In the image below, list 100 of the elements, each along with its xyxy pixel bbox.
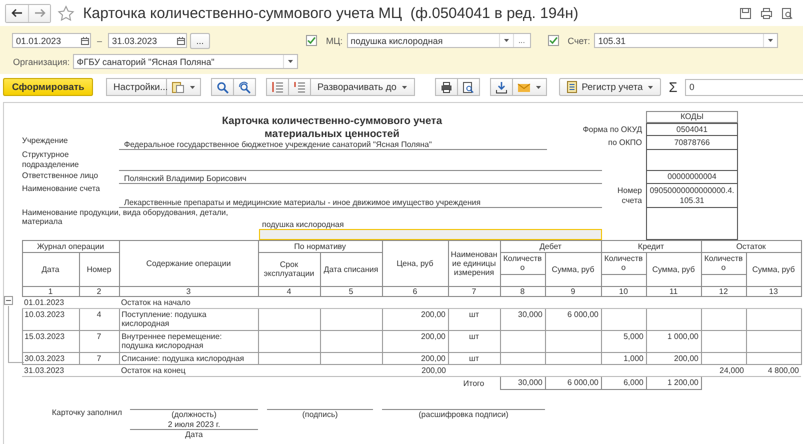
envelope-icon <box>516 80 531 94</box>
table-cell: 200,00 <box>382 308 448 330</box>
column-header: Наименование единицы измерения <box>448 240 500 286</box>
signature-label: Карточку заполнил <box>50 408 123 420</box>
table-cell: Остаток на конец <box>119 364 382 377</box>
search-button[interactable] <box>211 78 234 96</box>
collapse-icon[interactable] <box>4 296 13 306</box>
mc-input[interactable]: подушка кислородная <box>350 36 499 46</box>
checkbox[interactable] <box>548 35 559 46</box>
column-header: Кредит <box>601 240 701 253</box>
table-cell: 1 200,00 <box>646 376 701 390</box>
column-number: 12 <box>701 286 746 296</box>
sum-input[interactable]: 0 <box>689 82 803 92</box>
calendar-icon[interactable] <box>80 36 90 46</box>
arrow-right-icon <box>34 7 46 19</box>
signature-caption: (подпись) <box>267 409 373 420</box>
table-cell: шт <box>448 352 500 365</box>
row-label: Учреждение <box>22 136 69 147</box>
row-label: Наименование счета <box>22 184 101 195</box>
column-header: Количество <box>500 252 545 274</box>
table-cell: 7 <box>79 352 119 365</box>
table-cell: 31.03.2023 <box>22 364 119 377</box>
sum-sign: Σ <box>668 79 678 95</box>
register-button[interactable]: Регистр учета <box>558 78 661 96</box>
signature-caption: (должность) <box>130 409 258 420</box>
total-label: Итого <box>448 376 500 390</box>
table-cell: 200,00 <box>382 364 448 377</box>
column-number: 9 <box>545 286 601 296</box>
expand-dropdown[interactable]: Разворачивать до <box>311 78 415 96</box>
variant-button[interactable] <box>167 78 202 96</box>
star-icon[interactable] <box>57 4 75 22</box>
column-header: Журнал операции <box>22 240 119 253</box>
column-number: 13 <box>746 286 801 296</box>
collapse-rows-button[interactable] <box>289 78 312 96</box>
column-header: Количество <box>601 252 646 274</box>
date-input[interactable]: 31.03.2023 <box>112 36 176 46</box>
row-label: Структурное подразделение <box>22 150 80 171</box>
generate-button[interactable]: Сформировать <box>3 78 94 96</box>
table-cell: Внутреннее перемещение: подушка кислородная <box>119 330 258 352</box>
column-number: 7 <box>448 286 500 296</box>
arrow-left-icon <box>11 7 23 19</box>
expand-rows-button[interactable] <box>266 78 290 96</box>
table-cell: 6,000 <box>601 376 646 390</box>
window-title: Карточка количественно-суммового учета МЦ (ф.0504041 в ред. 194н) <box>83 4 578 22</box>
selected-cell[interactable] <box>259 229 602 240</box>
caret-icon <box>286 58 294 65</box>
documents-icon <box>171 80 186 94</box>
download-button[interactable] <box>490 78 513 96</box>
preview-button[interactable] <box>458 78 480 96</box>
report-title: Карточка количественно-суммового учета материальных ценностей <box>220 114 444 141</box>
table-cell: 10.03.2023 <box>22 308 79 330</box>
column-number: 6 <box>382 286 448 296</box>
print-button[interactable] <box>434 78 458 96</box>
table-cell: Поступление: подушка кислородная <box>119 308 258 330</box>
column-header: Количество <box>701 252 746 274</box>
preview-icon[interactable] <box>781 6 794 20</box>
checkbox[interactable] <box>306 35 318 46</box>
code-cell: 09050000000000000.4.105.31 <box>646 184 738 208</box>
date-field[interactable]: 31.03.2023 <box>108 33 188 48</box>
code-cell: 70878766 <box>646 136 738 150</box>
table-cell: 1,000 <box>601 352 646 365</box>
date-caption: Дата <box>130 428 258 439</box>
date-input[interactable]: 01.01.2023 <box>16 36 80 46</box>
back-button[interactable] <box>6 4 28 22</box>
account-field[interactable]: 105.31 <box>594 33 778 48</box>
caret-icon <box>767 37 774 44</box>
date-field[interactable]: 01.01.2023 <box>12 33 91 48</box>
field-value: Федеральное государственное бюджетное учреждение санаторий "Ясная Поляна" <box>124 140 432 149</box>
table-cell: 6 000,00 <box>545 376 601 390</box>
field-value: подушка кислородная <box>261 220 345 229</box>
field-label: МЦ: <box>326 36 343 46</box>
account-input[interactable]: 105.31 <box>598 36 764 46</box>
column-header: Дебет <box>500 240 601 253</box>
column-number: 1 <box>22 286 79 296</box>
calendar-icon[interactable] <box>176 36 186 46</box>
column-header: Цена, руб <box>382 240 448 286</box>
print-icon[interactable] <box>760 6 773 20</box>
table-cell: 7 <box>79 330 119 352</box>
search-clear-button[interactable] <box>234 78 256 96</box>
print-icon <box>440 80 453 94</box>
code-cell: 0504041 <box>646 123 738 136</box>
table-cell: 30,000 <box>500 308 545 330</box>
rows-up-icon <box>293 80 306 94</box>
table-cell: 200,00 <box>382 330 448 352</box>
field-label: Организация: <box>13 56 70 66</box>
period-button[interactable]: ... <box>190 32 210 48</box>
sum-field[interactable]: 0 <box>685 78 803 96</box>
mc-field[interactable]: подушка кислородная ... <box>346 33 531 48</box>
column-number: 11 <box>646 286 701 296</box>
caret-icon <box>502 37 510 44</box>
table-cell: шт <box>448 330 500 352</box>
organization-input[interactable]: ФГБУ санаторий "Ясная Поляна" <box>76 56 283 66</box>
column-number: 2 <box>79 286 119 296</box>
column-header: Срок эксплуатации <box>258 252 320 286</box>
save-icon[interactable] <box>739 6 752 20</box>
field-value: Полянский Владимир Борисович <box>124 174 246 183</box>
organization-field[interactable]: ФГБУ санаторий "Ясная Поляна" <box>72 54 298 69</box>
settings-button[interactable]: Настройки... <box>106 78 168 96</box>
column-number: 3 <box>119 286 258 296</box>
code-cell: 00000000004 <box>646 171 738 184</box>
